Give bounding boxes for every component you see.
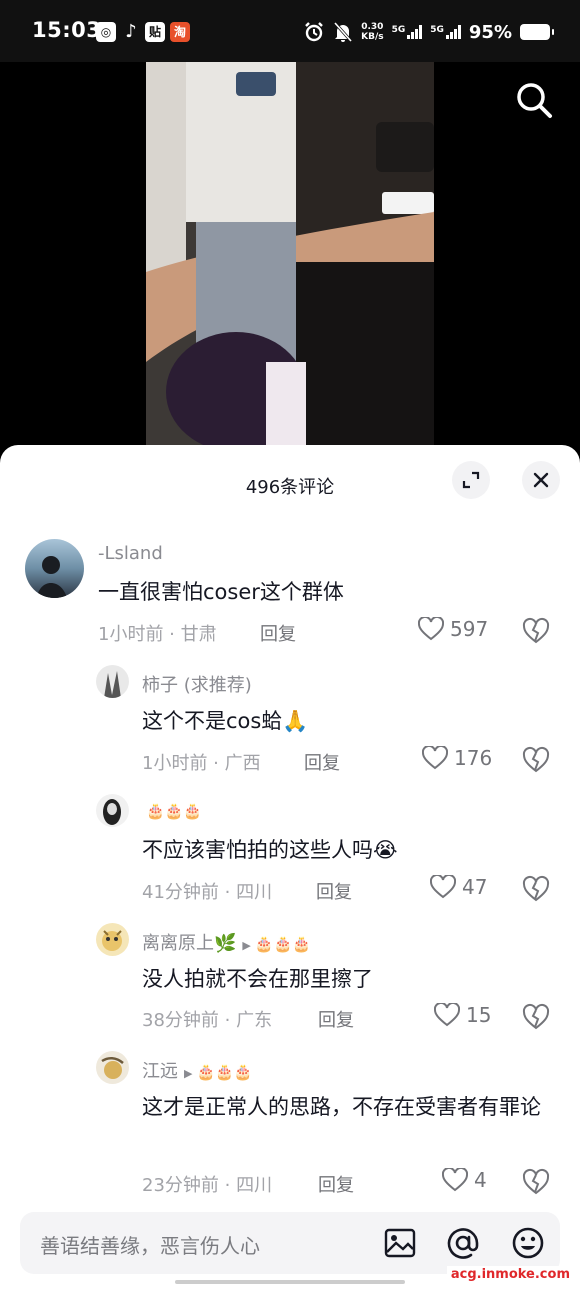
comment-time-location: 41分钟前 · 四川: [142, 882, 273, 903]
signal-1: 5G: [392, 25, 423, 39]
broken-heart-icon[interactable]: [522, 617, 550, 645]
net-type-2: 5G: [430, 25, 444, 35]
comment-text[interactable]: 没人拍就不会在那里擦了: [142, 961, 542, 997]
status-bar: 15:03 ◎ ♪ 贴 淘 0.30 KB/s 5G 5G 95%: [0, 0, 580, 62]
emoji-icon[interactable]: [510, 1225, 546, 1261]
broken-heart-icon[interactable]: [522, 746, 550, 774]
reply-button[interactable]: 回复: [318, 1006, 354, 1032]
heart-icon: [418, 617, 444, 641]
speed-value: 0.30: [361, 22, 384, 32]
expand-button[interactable]: [452, 461, 490, 499]
battery-percent: 95%: [468, 21, 512, 43]
close-icon: [533, 472, 549, 488]
speed-unit: KB/s: [361, 32, 384, 42]
avatar[interactable]: [25, 539, 84, 598]
comment-username[interactable]: 江远 ▶ 🎂🎂🎂: [142, 1057, 253, 1083]
comment-text[interactable]: 一直很害怕coser这个群体: [98, 574, 548, 610]
like-count: 4: [474, 1168, 487, 1192]
like-count: 15: [466, 1003, 492, 1027]
heart-icon: [442, 1168, 468, 1192]
heart-icon: [422, 746, 448, 770]
status-right: 0.30 KB/s 5G 5G 95%: [303, 18, 554, 46]
like-button[interactable]: 176: [422, 746, 492, 770]
avatar[interactable]: [96, 794, 129, 827]
signal-bars-icon: [445, 25, 461, 39]
comment-input-bar[interactable]: 善语结善缘，恶言伤人心: [20, 1212, 560, 1274]
close-button[interactable]: [522, 461, 560, 499]
reply-button[interactable]: 回复: [316, 878, 352, 904]
comment-text[interactable]: 这才是正常人的思路，不存在受害者有罪论: [142, 1089, 557, 1125]
broken-heart-icon[interactable]: [522, 1168, 550, 1196]
play-icon: ▶: [242, 939, 251, 952]
play-icon: ▶: [184, 1067, 193, 1080]
badge-icons: 🎂🎂🎂: [254, 935, 311, 953]
taobao-icon: 淘: [170, 22, 190, 42]
username-text: 江远: [142, 1061, 178, 1082]
like-button[interactable]: 47: [430, 875, 487, 899]
broken-heart-icon[interactable]: [522, 875, 550, 903]
image-icon[interactable]: [382, 1225, 418, 1261]
video-player[interactable]: [0, 62, 580, 462]
avatar[interactable]: [96, 923, 129, 956]
comment-count-title: 496条评论: [245, 477, 335, 498]
comment-username[interactable]: 柿子 (求推荐): [142, 671, 252, 697]
comment-username[interactable]: 离离原上🌿 ▶ 🎂🎂🎂: [142, 929, 311, 955]
broken-heart-icon[interactable]: [522, 1003, 550, 1031]
comment-time-location: 1小时前 · 甘肃: [98, 624, 217, 645]
alarm-icon: [305, 22, 323, 42]
reply-button[interactable]: 回复: [318, 1171, 354, 1197]
like-button[interactable]: 15: [434, 1003, 491, 1027]
reply-button[interactable]: 回复: [304, 749, 340, 775]
notification-icon: ◎: [96, 22, 116, 42]
watermark: acg.inmoke.com: [446, 1266, 574, 1283]
like-count: 47: [462, 875, 488, 899]
expand-icon: [462, 471, 480, 489]
avatar[interactable]: [96, 665, 129, 698]
heart-icon: [430, 875, 456, 899]
comment-username[interactable]: 🎂🎂🎂: [142, 800, 202, 821]
comment-text[interactable]: 不应该害怕拍的这些人吗😭: [142, 832, 542, 868]
like-count: 176: [454, 746, 493, 770]
badge-icons: 🎂🎂🎂: [146, 802, 203, 820]
comment-text[interactable]: 这个不是cos蛤🙏: [142, 703, 542, 739]
comment-input-placeholder[interactable]: 善语结善缘，恶言伤人心: [40, 1230, 260, 1259]
like-count: 597: [450, 617, 489, 641]
comment-time-location: 38分钟前 · 广东: [142, 1010, 273, 1031]
battery-icon: [520, 24, 554, 40]
network-speed: 0.30 KB/s: [361, 22, 383, 42]
net-type-1: 5G: [391, 25, 406, 35]
avatar[interactable]: [96, 1051, 129, 1084]
username-text: 离离原上🌿: [142, 933, 237, 954]
signal-bars-icon: [407, 25, 423, 39]
signal-2: 5G: [430, 25, 461, 39]
home-indicator[interactable]: [175, 1280, 405, 1284]
search-icon[interactable]: [512, 78, 556, 122]
like-button[interactable]: 597: [418, 617, 488, 641]
heart-icon: [434, 1003, 460, 1027]
comment-time-location: 1小时前 · 广西: [142, 753, 261, 774]
like-button[interactable]: 4: [442, 1168, 487, 1192]
badge-icons: 🎂🎂🎂: [196, 1063, 253, 1081]
mute-icon: [333, 22, 353, 42]
video-frame: [146, 62, 434, 462]
status-time: 15:03: [32, 18, 102, 42]
tieba-icon: 贴: [145, 22, 165, 42]
video-scene: [146, 62, 434, 462]
at-icon[interactable]: [445, 1225, 481, 1261]
tiktok-icon: ♪: [125, 21, 137, 42]
comment-username[interactable]: -Lsland: [98, 543, 163, 564]
comment-time-location: 23分钟前 · 四川: [142, 1175, 273, 1196]
reply-button[interactable]: 回复: [260, 620, 296, 646]
